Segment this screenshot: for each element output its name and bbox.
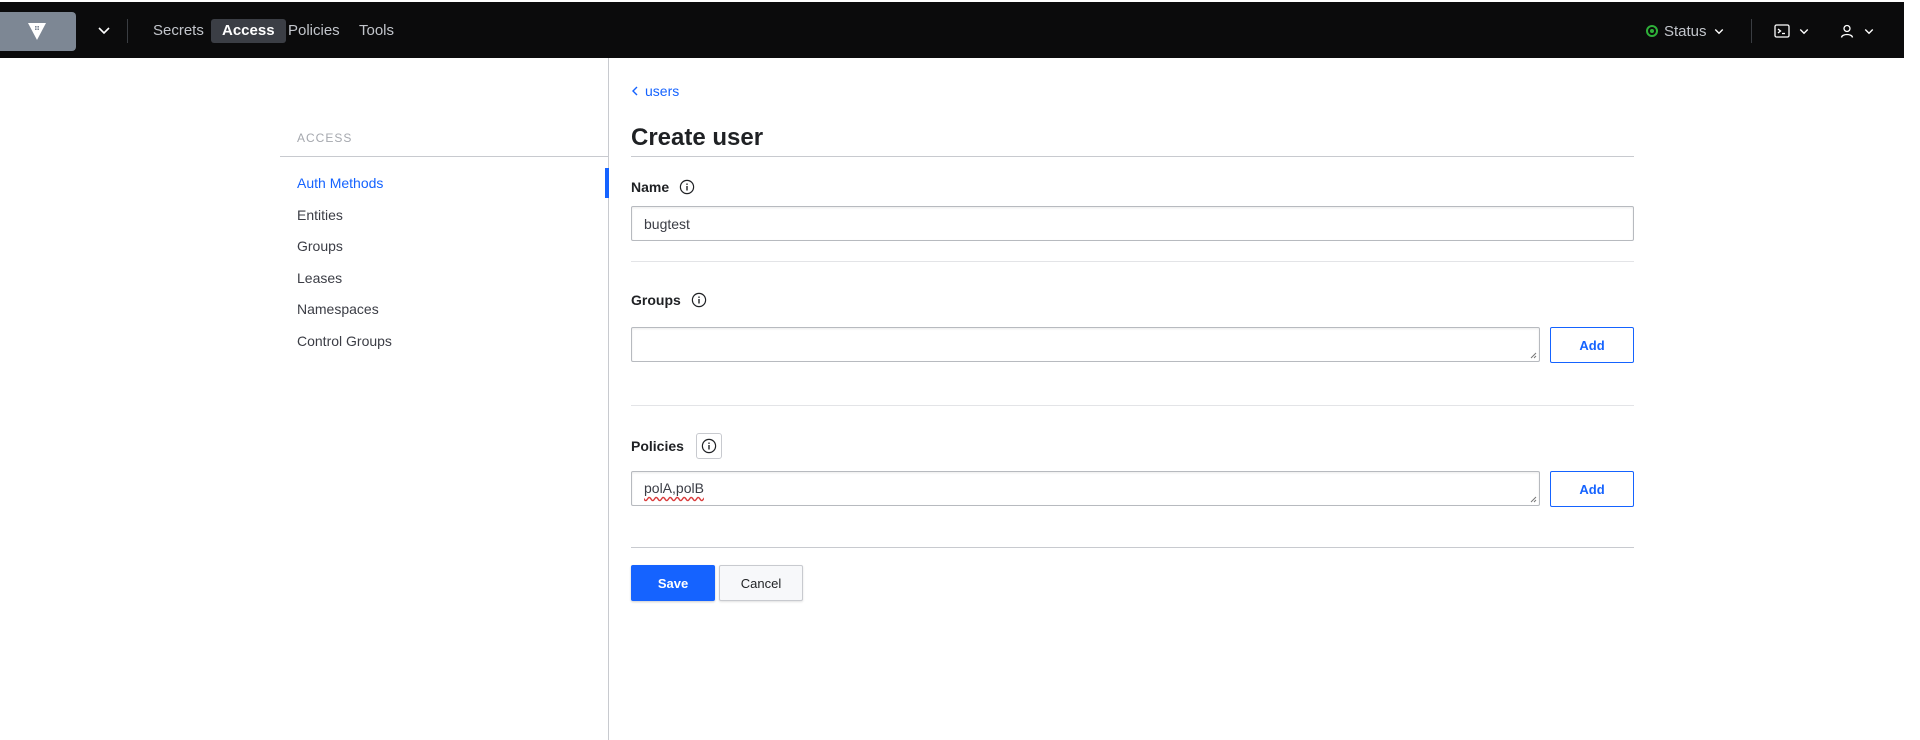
save-button[interactable]: Save (631, 565, 715, 601)
policies-input[interactable]: polA,polB (631, 471, 1540, 506)
page-title: Create user (631, 124, 764, 151)
top-navigation: Secrets Access Policies Tools Status (0, 2, 1904, 58)
chevron-down-icon[interactable] (96, 22, 112, 38)
section-divider (631, 261, 1634, 262)
policies-label: Policies (631, 438, 684, 454)
sidebar-active-indicator (605, 168, 609, 198)
groups-input[interactable] (631, 327, 1540, 362)
chevron-down-icon (1799, 29, 1809, 35)
status-ok-icon (1646, 25, 1658, 37)
policies-value: polA,polB (644, 480, 704, 496)
sidebar-item-groups[interactable]: Groups (297, 238, 343, 254)
sidebar-divider (280, 156, 609, 157)
section-divider (631, 405, 1634, 406)
sidebar-item-auth-methods[interactable]: Auth Methods (297, 175, 383, 191)
info-icon[interactable] (691, 292, 707, 308)
nav-link-tools[interactable]: Tools (348, 19, 405, 43)
name-input[interactable] (631, 206, 1634, 241)
chevron-down-icon (1864, 29, 1874, 35)
sidebar-item-control-groups[interactable]: Control Groups (297, 333, 392, 349)
groups-add-button[interactable]: Add (1550, 327, 1634, 363)
policies-add-button[interactable]: Add (1550, 471, 1634, 507)
name-label-row: Name (631, 179, 695, 195)
nav-link-access[interactable]: Access (211, 19, 286, 43)
groups-label: Groups (631, 292, 681, 308)
info-icon[interactable] (679, 179, 695, 195)
sidebar-item-namespaces[interactable]: Namespaces (297, 301, 379, 317)
cancel-button[interactable]: Cancel (719, 565, 803, 601)
sidebar-border (608, 58, 609, 740)
vault-logo-icon (28, 23, 46, 40)
nav-divider (127, 19, 128, 43)
scrollbar-gutter (1904, 0, 1920, 740)
sidebar-title: ACCESS (297, 131, 353, 145)
info-icon (701, 438, 717, 454)
name-label: Name (631, 179, 670, 195)
user-menu[interactable] (1839, 19, 1875, 43)
nav-link-secrets[interactable]: Secrets (142, 19, 215, 43)
sidebar-item-entities[interactable]: Entities (297, 207, 343, 223)
chevron-left-icon (632, 86, 638, 96)
chevron-down-icon (1714, 29, 1723, 35)
console-menu[interactable] (1774, 19, 1810, 43)
status-label: Status (1664, 22, 1707, 40)
groups-label-row: Groups (631, 292, 707, 308)
resize-grip-icon[interactable] (1529, 495, 1537, 503)
title-divider (631, 156, 1634, 157)
nav-link-policies[interactable]: Policies (277, 19, 351, 43)
terminal-icon (1774, 24, 1790, 38)
status-menu[interactable]: Status (1646, 19, 1725, 43)
info-button[interactable] (695, 433, 722, 459)
sidebar-item-leases[interactable]: Leases (297, 270, 342, 286)
user-icon (1840, 24, 1854, 38)
vault-logo[interactable] (0, 12, 76, 51)
breadcrumb-link-users[interactable]: users (645, 83, 679, 99)
breadcrumb[interactable]: users (631, 83, 679, 99)
policies-label-row: Policies (631, 433, 722, 459)
nav-divider (1751, 19, 1752, 43)
resize-grip-icon[interactable] (1529, 351, 1537, 359)
form-divider (631, 547, 1634, 548)
